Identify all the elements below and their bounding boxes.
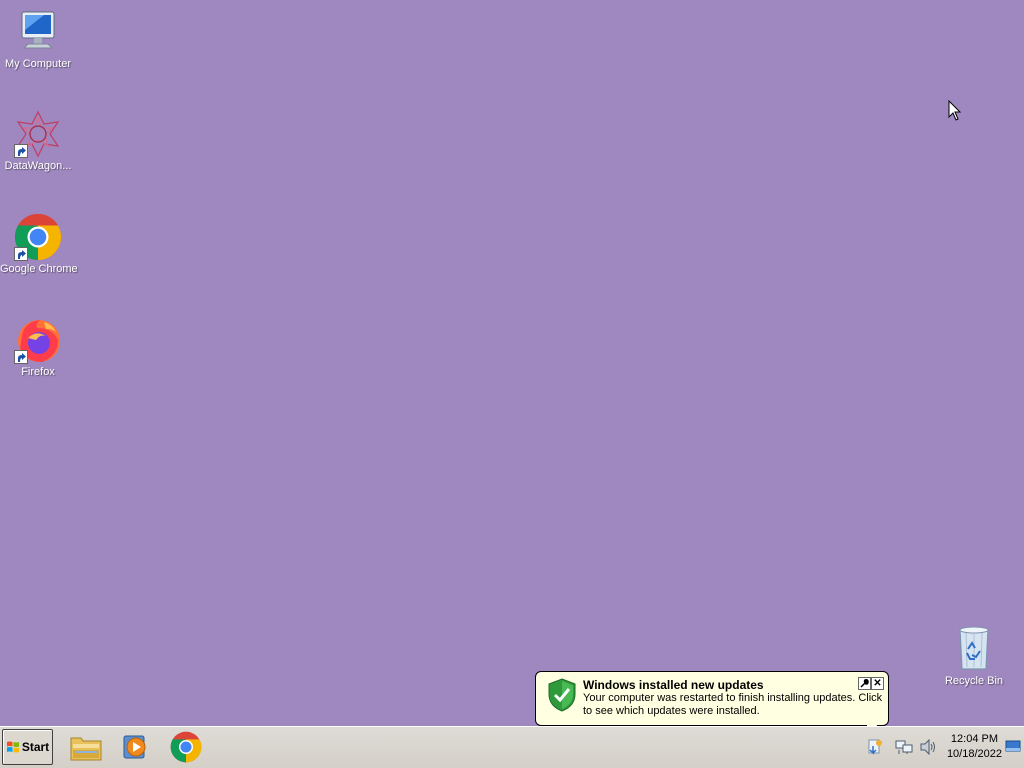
security-shield-icon bbox=[548, 678, 576, 717]
desktop-icon-label: Firefox bbox=[21, 366, 55, 378]
shortcut-arrow-icon bbox=[14, 247, 28, 261]
volume-icon[interactable] bbox=[919, 738, 937, 760]
system-tray: 12:04 PM 10/18/2022 bbox=[862, 727, 1024, 768]
chrome-icon bbox=[14, 213, 62, 261]
media-player-icon bbox=[123, 735, 146, 759]
clock-date: 10/18/2022 bbox=[946, 748, 1002, 760]
desktop-icon-datawagon[interactable]: DataWagon... bbox=[0, 110, 76, 172]
shortcut-arrow-icon bbox=[14, 144, 28, 158]
clock[interactable]: 12:04 PM 10/18/2022 bbox=[947, 732, 1002, 762]
tray-update-icon[interactable] bbox=[867, 738, 883, 761]
computer-icon bbox=[14, 8, 62, 56]
desktop-icon-label: Google Chrome bbox=[0, 263, 78, 275]
recycle-bin-icon bbox=[950, 625, 998, 673]
desktop-icon-my-computer[interactable]: My Computer bbox=[0, 8, 76, 70]
notification-balloon[interactable]: Windows installed new updates Your compu… bbox=[535, 671, 889, 743]
mouse-cursor-icon bbox=[948, 99, 962, 127]
options-wrench-icon[interactable] bbox=[858, 677, 871, 690]
datawagon-icon bbox=[14, 110, 62, 158]
show-desktop-icon[interactable] bbox=[1005, 740, 1021, 759]
desktop-icon-label: DataWagon... bbox=[4, 160, 72, 172]
taskbar: Start 12:04 PM 10/18/2022 bbox=[0, 726, 1024, 768]
desktop-icon-firefox[interactable]: Firefox bbox=[0, 316, 76, 378]
start-button[interactable]: Start bbox=[2, 729, 53, 765]
windows-logo-icon bbox=[6, 741, 19, 753]
chrome-icon bbox=[170, 731, 202, 763]
network-icon[interactable] bbox=[895, 739, 913, 760]
desktop-icon-label: Recycle Bin bbox=[944, 675, 1004, 687]
taskbar-media-player-button[interactable] bbox=[116, 729, 156, 765]
notification-title: Windows installed new updates bbox=[583, 678, 764, 692]
desktop[interactable]: My Computer DataWagon... Google Chrome F… bbox=[0, 0, 1024, 743]
taskbar-chrome-button[interactable] bbox=[166, 729, 206, 765]
desktop-icon-recycle-bin[interactable]: Recycle Bin bbox=[936, 625, 1012, 687]
close-icon[interactable]: ✕ bbox=[871, 677, 884, 690]
file-explorer-icon bbox=[70, 737, 102, 761]
firefox-icon bbox=[14, 316, 62, 364]
taskbar-file-explorer-button[interactable] bbox=[66, 729, 106, 765]
clock-time: 12:04 PM bbox=[950, 733, 999, 745]
desktop-icon-google-chrome[interactable]: Google Chrome bbox=[0, 213, 78, 275]
desktop-icon-label: My Computer bbox=[4, 58, 72, 70]
shortcut-arrow-icon bbox=[14, 350, 28, 364]
start-label: Start bbox=[21, 740, 50, 754]
notification-message[interactable]: Your computer was restarted to finish in… bbox=[583, 692, 883, 718]
